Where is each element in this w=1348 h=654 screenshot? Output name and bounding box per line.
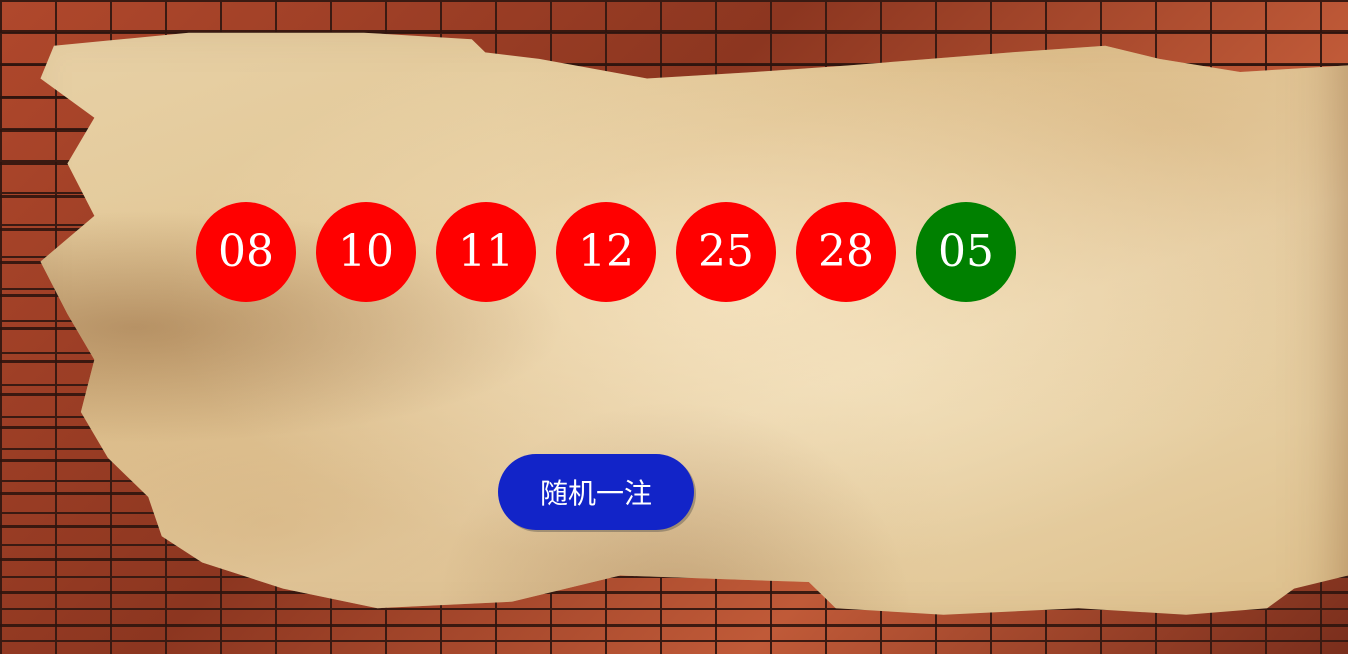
- red-ball: 25: [676, 202, 776, 302]
- number-balls: 08 10 11 12 25 28 05: [196, 202, 1016, 302]
- parchment-shading: [40, 32, 1348, 615]
- red-ball: 11: [436, 202, 536, 302]
- random-pick-button[interactable]: 随机一注: [498, 454, 694, 530]
- red-ball: 08: [196, 202, 296, 302]
- parchment-panel: [40, 32, 1348, 615]
- red-ball: 12: [556, 202, 656, 302]
- blue-ball: 05: [916, 202, 1016, 302]
- red-ball: 10: [316, 202, 416, 302]
- lottery-page: 08 10 11 12 25 28 05 随机一注: [0, 0, 1348, 654]
- red-ball: 28: [796, 202, 896, 302]
